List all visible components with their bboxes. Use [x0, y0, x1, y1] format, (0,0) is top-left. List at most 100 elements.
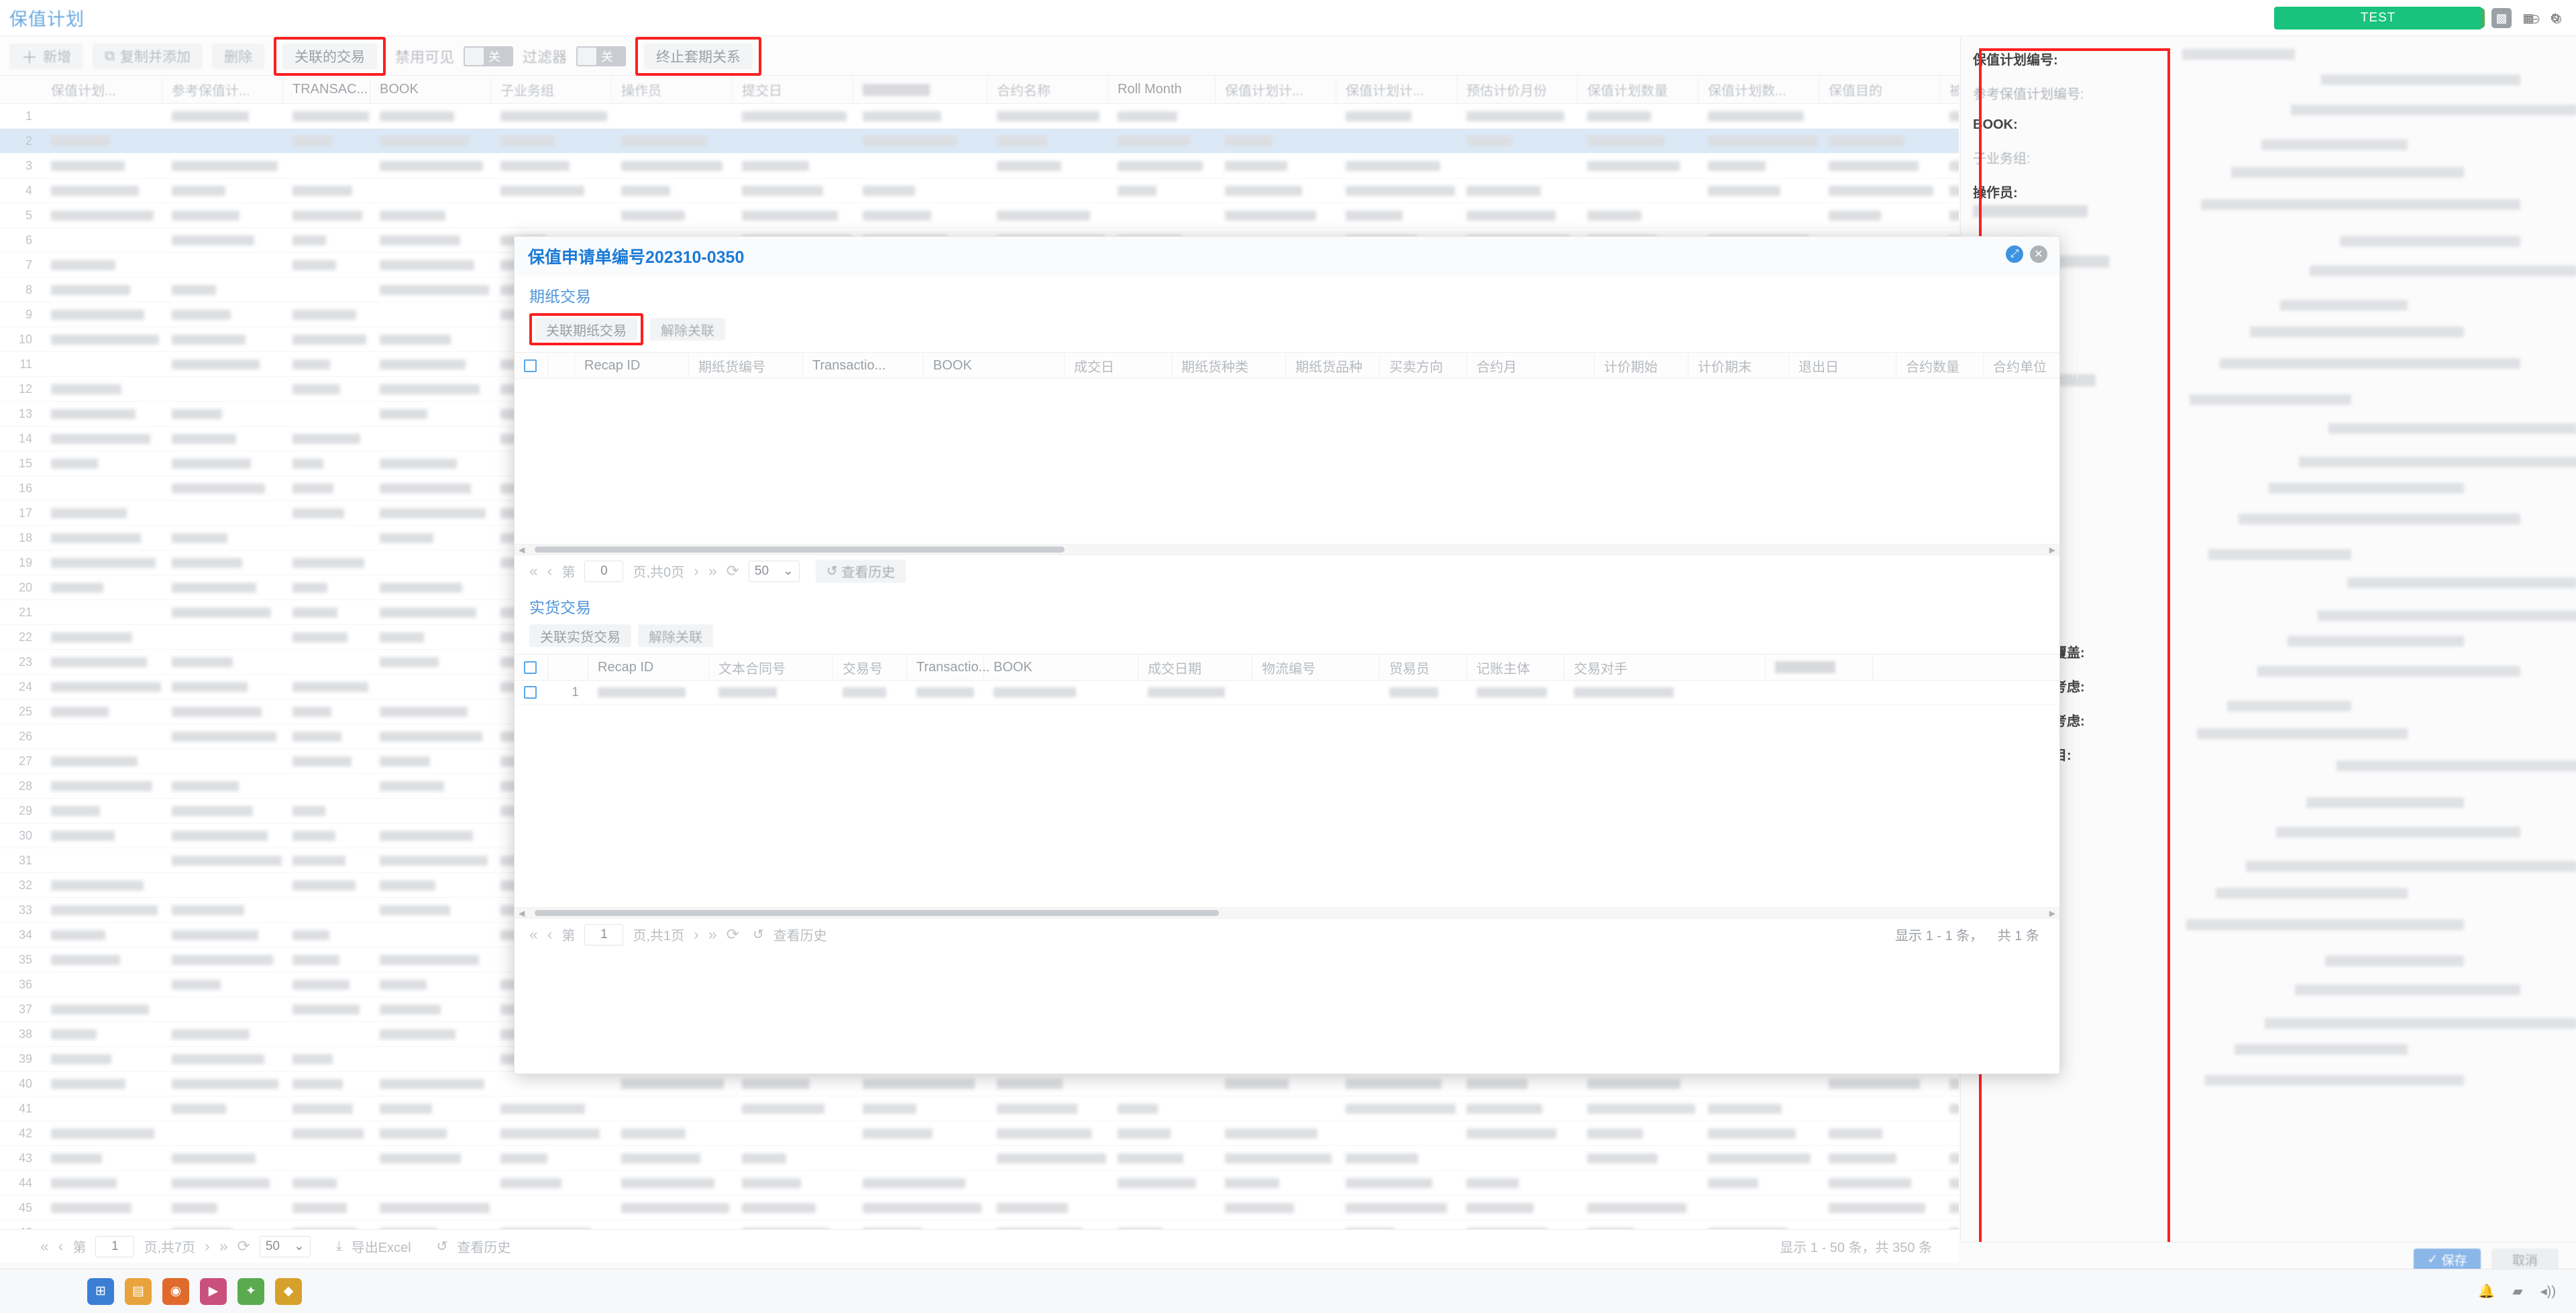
- column-header[interactable]: 成交日: [1065, 352, 1172, 379]
- column-header[interactable]: [1766, 654, 1873, 681]
- grid-column-header[interactable]: BOOK: [370, 76, 491, 104]
- column-header[interactable]: 计价期末: [1688, 352, 1789, 379]
- prev-page-icon[interactable]: ‹: [547, 925, 553, 944]
- grid-column-header[interactable]: TRANSAC...: [283, 76, 370, 104]
- link-paper-trade-button[interactable]: 关联期纸交易: [535, 318, 637, 341]
- column-header[interactable]: 退出日: [1789, 352, 1896, 379]
- refresh-icon[interactable]: ⟳: [727, 925, 739, 944]
- grid-column-header[interactable]: 子业务组: [491, 76, 612, 104]
- table-row[interactable]: 46: [0, 1220, 1959, 1229]
- column-header[interactable]: 物流编号: [1252, 654, 1380, 681]
- column-header[interactable]: 合约数量: [1896, 352, 1984, 379]
- grid-column-header[interactable]: Roll Month: [1108, 76, 1216, 104]
- table-row[interactable]: 1: [515, 681, 2059, 705]
- media-icon[interactable]: ▶: [200, 1277, 227, 1305]
- grid-column-header[interactable]: 预估计价月份: [1457, 76, 1578, 104]
- page-number-input[interactable]: 1: [584, 923, 624, 946]
- column-header[interactable]: 交易对手: [1564, 654, 1766, 681]
- column-header[interactable]: 期纸货品种: [1286, 352, 1380, 379]
- table-row[interactable]: 41: [0, 1096, 1959, 1121]
- column-header[interactable]: 期纸货种类: [1172, 352, 1286, 379]
- save-button[interactable]: ✓ 保存: [2414, 1248, 2481, 1271]
- filter-toggle[interactable]: 关: [576, 46, 627, 66]
- export-excel-label[interactable]: 导出Excel: [352, 1237, 411, 1256]
- table-row[interactable]: 40: [0, 1072, 1959, 1096]
- bell-icon[interactable]: 🔔: [2478, 1283, 2495, 1300]
- network-icon[interactable]: ▰: [2512, 1283, 2522, 1300]
- first-page-icon[interactable]: «: [40, 1237, 49, 1255]
- column-header[interactable]: 记账主体: [1467, 654, 1564, 681]
- scroll-right-icon[interactable]: ▶: [2049, 545, 2055, 555]
- chat-icon[interactable]: ✦: [237, 1277, 264, 1305]
- first-page-icon[interactable]: «: [529, 562, 538, 580]
- scroll-right-icon[interactable]: ▶: [2049, 909, 2055, 918]
- column-header[interactable]: [548, 654, 588, 681]
- column-header[interactable]: 贸易员: [1380, 654, 1467, 681]
- column-header[interactable]: Recap ID: [588, 654, 709, 681]
- first-page-icon[interactable]: «: [529, 925, 538, 944]
- page-size-select[interactable]: 50 ⌄: [259, 1235, 311, 1257]
- delete-button[interactable]: 删除: [212, 43, 264, 69]
- column-header[interactable]: 期纸货编号: [689, 352, 803, 379]
- column-header[interactable]: 成交日期: [1138, 654, 1252, 681]
- column-header[interactable]: 合约单位: [1984, 352, 2078, 379]
- next-page-icon[interactable]: ›: [694, 562, 699, 580]
- last-page-icon[interactable]: »: [219, 1237, 228, 1255]
- grid-column-header[interactable]: 保值计划数量: [1578, 76, 1699, 104]
- app-icon[interactable]: ◆: [275, 1277, 302, 1305]
- history-icon[interactable]: ↺: [437, 1238, 448, 1255]
- export-excel-icon[interactable]: ⤓: [336, 1239, 342, 1254]
- table-row[interactable]: 2: [0, 129, 1959, 154]
- unlink-physical-trade-button[interactable]: 解除关联: [638, 624, 713, 647]
- select-all-checkbox[interactable]: [524, 661, 537, 674]
- prev-page-icon[interactable]: ‹: [58, 1237, 64, 1255]
- grid-column-header[interactable]: 保值目的: [1819, 76, 1940, 104]
- scroll-left-icon[interactable]: ◀: [519, 909, 525, 918]
- grid-column-header[interactable]: 操作员: [612, 76, 733, 104]
- grid-column-header[interactable]: 合约名称: [987, 76, 1108, 104]
- related-trades-button[interactable]: 关联的交易: [282, 43, 377, 69]
- column-header[interactable]: 计价期始: [1595, 352, 1688, 379]
- refresh-icon[interactable]: ⟳: [727, 562, 739, 580]
- column-header[interactable]: Transactio...: [803, 352, 924, 379]
- table-row[interactable]: 44: [0, 1171, 1959, 1196]
- scroll-left-icon[interactable]: ◀: [519, 545, 525, 555]
- last-page-icon[interactable]: »: [708, 925, 717, 944]
- scroll-thumb[interactable]: [535, 547, 1065, 553]
- maximize-icon[interactable]: ⤢: [2006, 245, 2023, 263]
- row-checkbox[interactable]: [524, 686, 537, 699]
- column-header[interactable]: 交易号: [833, 654, 907, 681]
- minimize-icon[interactable]: ⊖: [2529, 11, 2540, 27]
- link-physical-trade-button[interactable]: 关联实货交易: [529, 624, 631, 647]
- scroll-thumb[interactable]: [535, 910, 1219, 916]
- grid-column-header[interactable]: 保值计划...: [42, 76, 162, 104]
- paper-table-body[interactable]: [515, 379, 2059, 544]
- grid-column-header[interactable]: 保值计划计...: [1216, 76, 1336, 104]
- grid-column-header[interactable]: 保值计划数...: [1699, 76, 1819, 104]
- physical-horizontal-scrollbar[interactable]: ◀ ▶: [515, 907, 2059, 918]
- column-header[interactable]: [548, 352, 575, 379]
- history-label[interactable]: 查看历史: [457, 1237, 511, 1256]
- next-page-icon[interactable]: ›: [694, 925, 699, 944]
- paper-history-button[interactable]: ↺ 查看历史: [815, 559, 906, 583]
- window-controls[interactable]: ⊖ ⊗: [2529, 11, 2563, 27]
- physical-history-label[interactable]: 查看历史: [773, 925, 827, 944]
- grid-column-header[interactable]: 保值计划计...: [1336, 76, 1457, 104]
- terminate-hedge-button[interactable]: 终止套期关系: [644, 43, 753, 69]
- table-row[interactable]: 45: [0, 1196, 1959, 1220]
- column-header[interactable]: BOOK: [984, 654, 1138, 681]
- cancel-button[interactable]: 取消: [2491, 1248, 2559, 1271]
- grid-column-header[interactable]: 被套期项按...: [1940, 76, 1959, 104]
- folder-icon[interactable]: ▤: [125, 1277, 152, 1305]
- grid-column-header[interactable]: [853, 76, 987, 104]
- refresh-icon[interactable]: ⟳: [237, 1237, 250, 1255]
- grid-column-header[interactable]: 参考保值计...: [162, 76, 283, 104]
- column-header[interactable]: BOOK: [924, 352, 1065, 379]
- table-row[interactable]: 1: [0, 104, 1959, 129]
- select-all-checkbox[interactable]: [524, 359, 537, 372]
- table-row[interactable]: 43: [0, 1146, 1959, 1171]
- page-number-input[interactable]: 0: [584, 560, 624, 582]
- table-row[interactable]: 3: [0, 154, 1959, 178]
- history-icon[interactable]: ↺: [753, 926, 764, 943]
- next-page-icon[interactable]: ›: [205, 1237, 210, 1255]
